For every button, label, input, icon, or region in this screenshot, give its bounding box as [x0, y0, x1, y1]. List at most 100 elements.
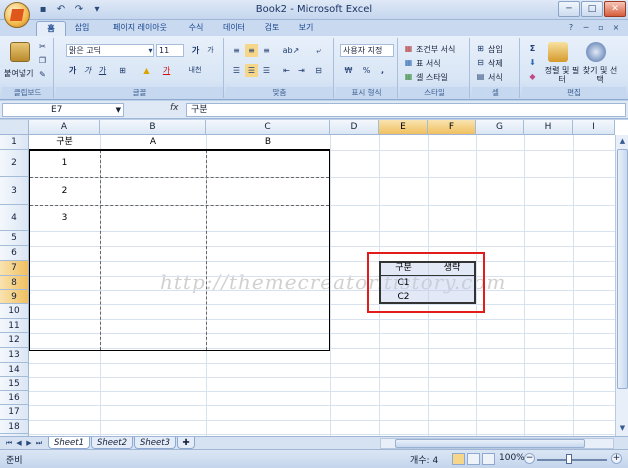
tab-formulas[interactable]: 수식	[182, 21, 210, 36]
underline-button[interactable]: 가	[96, 64, 109, 77]
row-header[interactable]: 11	[0, 319, 29, 333]
ribbon-minimize-icon[interactable]: ─	[580, 22, 592, 34]
shrink-font-button[interactable]: 가	[204, 44, 217, 57]
font-size-select[interactable]: 11	[156, 44, 184, 57]
ribbon-restore-icon[interactable]: ▫	[595, 22, 607, 34]
align-bottom-icon[interactable]: ≡	[260, 44, 273, 57]
table-header-cell[interactable]: 구분	[29, 135, 100, 150]
phonetic-button[interactable]: 내천	[184, 64, 206, 77]
align-top-icon[interactable]: ≡	[230, 44, 243, 57]
vertical-scroll-thumb[interactable]	[617, 149, 628, 389]
column-header[interactable]: G	[476, 120, 524, 135]
grow-font-button[interactable]: 가	[189, 44, 202, 57]
tab-page-layout[interactable]: 페이지 레이아웃	[100, 21, 180, 36]
table-row-label[interactable]: 1	[29, 150, 100, 177]
new-sheet-icon[interactable]: ✚	[177, 437, 195, 449]
font-name-select[interactable]: 맑은 고딕	[66, 44, 154, 57]
tab-view[interactable]: 보기	[292, 21, 320, 36]
first-sheet-icon[interactable]: ⏮	[4, 438, 14, 449]
column-header[interactable]: C	[206, 120, 330, 135]
cut-icon[interactable]: ✂	[36, 40, 49, 53]
horizontal-scrollbar[interactable]	[380, 438, 614, 449]
last-sheet-icon[interactable]: ⏭	[34, 438, 44, 449]
page-break-view-icon[interactable]	[482, 453, 495, 465]
close-button[interactable]: ✕	[604, 1, 626, 17]
orientation-icon[interactable]: ab↗	[280, 44, 302, 57]
wrap-text-icon[interactable]: ⤶	[312, 44, 325, 57]
comma-button[interactable]: ,	[376, 64, 389, 77]
row-header[interactable]: 16	[0, 391, 29, 405]
row-header[interactable]: 7	[0, 261, 29, 276]
conditional-format-button[interactable]: 조건부 서식	[416, 44, 455, 55]
worksheet-grid[interactable]: http://themecreator.tistory.com ABCDEFGH…	[0, 120, 628, 436]
row-header[interactable]: 18	[0, 420, 29, 434]
next-sheet-icon[interactable]: ▶	[24, 438, 34, 449]
maximize-button[interactable]: □	[581, 1, 603, 17]
merge-center-icon[interactable]: ⊟	[312, 64, 325, 77]
vertical-scrollbar[interactable]: ▲ ▼	[615, 135, 628, 436]
scroll-down-icon[interactable]: ▼	[617, 422, 628, 434]
insert-cells-button[interactable]: 삽입	[488, 44, 503, 55]
table-format-button[interactable]: 표 서식	[416, 58, 441, 69]
row-header[interactable]: 14	[0, 363, 29, 377]
table-header-cell[interactable]: B	[206, 135, 330, 150]
column-header[interactable]: D	[330, 120, 379, 135]
currency-button[interactable]: ₩	[342, 64, 355, 77]
find-select-button[interactable]: 찾기 및 선택	[582, 66, 618, 84]
format-cells-button[interactable]: 서식	[488, 72, 503, 83]
insert-function-button[interactable]: fx	[170, 103, 179, 113]
row-header[interactable]: 15	[0, 377, 29, 391]
row-header[interactable]: 8	[0, 276, 29, 290]
number-format-select[interactable]: 사용자 지정	[340, 44, 394, 57]
row-header[interactable]: 2	[0, 150, 29, 177]
ribbon-close-icon[interactable]: ×	[610, 22, 622, 34]
row-header[interactable]: 4	[0, 205, 29, 231]
prev-sheet-icon[interactable]: ◀	[14, 438, 24, 449]
select-all-corner[interactable]	[0, 120, 29, 135]
paste-button[interactable]: 붙여넣기	[4, 68, 33, 79]
increase-indent-icon[interactable]: ⇥	[295, 64, 308, 77]
align-middle-icon[interactable]: ≡	[245, 44, 258, 57]
column-header[interactable]: H	[524, 120, 573, 135]
cell-style-button[interactable]: 셀 스타일	[416, 72, 448, 83]
row-header[interactable]: 1	[0, 135, 29, 150]
align-left-icon[interactable]: ☰	[230, 64, 243, 77]
office-button[interactable]	[4, 2, 30, 28]
row-header[interactable]: 10	[0, 304, 29, 319]
row-header[interactable]: 12	[0, 333, 29, 348]
tab-home[interactable]: 홈	[36, 21, 66, 36]
page-layout-view-icon[interactable]	[467, 453, 480, 465]
font-color-button[interactable]: 가	[160, 64, 173, 77]
copy-icon[interactable]: ❐	[36, 54, 49, 67]
row-header[interactable]: 9	[0, 290, 29, 304]
sort-filter-icon[interactable]	[548, 42, 568, 62]
column-header[interactable]: A	[29, 120, 100, 135]
row-header[interactable]: 6	[0, 246, 29, 261]
delete-cells-button[interactable]: 삭제	[488, 58, 503, 69]
sheet-tab-1[interactable]: Sheet1	[48, 437, 90, 449]
scroll-up-icon[interactable]: ▲	[617, 135, 628, 147]
align-right-icon[interactable]: ☰	[260, 64, 273, 77]
percent-button[interactable]: %	[360, 64, 373, 77]
bold-button[interactable]: 가	[66, 64, 79, 77]
clear-icon[interactable]: ◆	[526, 70, 539, 83]
column-header[interactable]: B	[100, 120, 206, 135]
italic-button[interactable]: 가	[81, 64, 94, 77]
column-header[interactable]: I	[573, 120, 615, 135]
zoom-slider[interactable]	[537, 459, 607, 461]
row-header[interactable]: 17	[0, 405, 29, 420]
help-icon[interactable]: ?	[565, 22, 577, 34]
table-row-label[interactable]: 3	[29, 205, 100, 231]
zoom-out-icon[interactable]: −	[524, 453, 535, 464]
table-header-cell[interactable]: A	[100, 135, 206, 150]
tab-insert[interactable]: 삽입	[68, 21, 96, 36]
normal-view-icon[interactable]	[452, 453, 465, 465]
table-row-label[interactable]: 2	[29, 177, 100, 205]
zoom-in-icon[interactable]: +	[611, 453, 622, 464]
border-icon[interactable]: ⊞	[116, 64, 129, 77]
tab-review[interactable]: 검토	[258, 21, 286, 36]
align-center-icon[interactable]: ☰	[245, 64, 258, 77]
zoom-slider-knob[interactable]	[566, 454, 572, 464]
row-header[interactable]: 5	[0, 231, 29, 246]
tab-data[interactable]: 데이터	[216, 21, 252, 36]
